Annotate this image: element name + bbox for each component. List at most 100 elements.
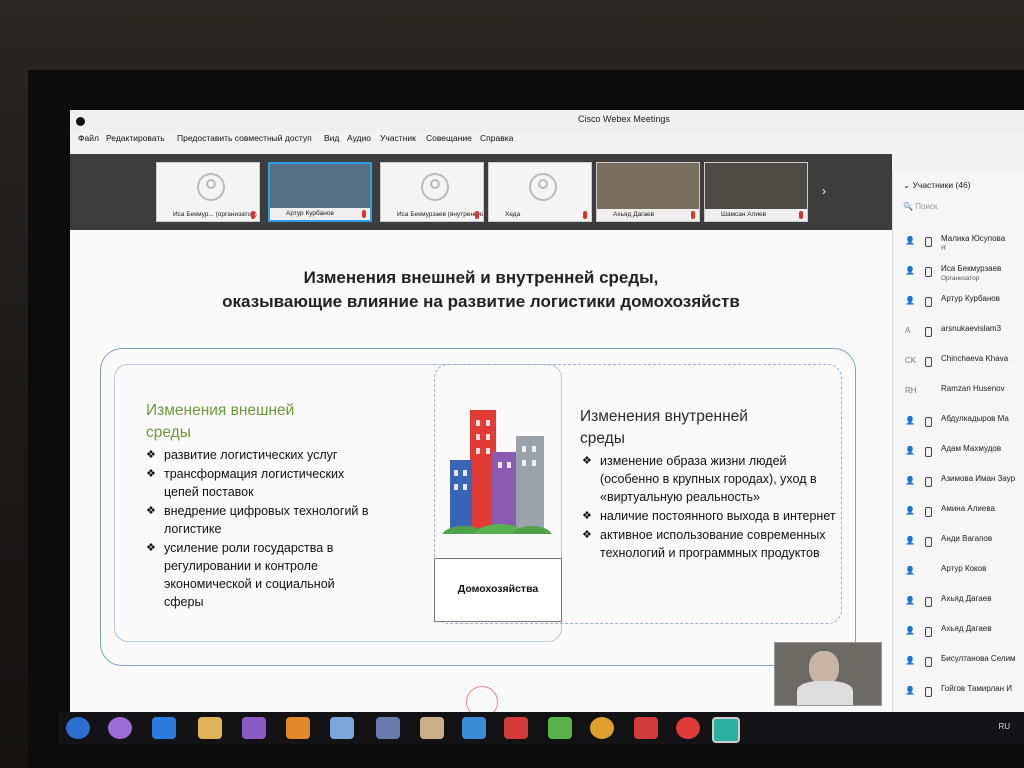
bullet-icon: ❖ — [146, 505, 156, 517]
ie-icon[interactable] — [152, 717, 176, 739]
menu-audio[interactable]: Аудио — [347, 133, 371, 143]
mic-icon — [925, 297, 932, 307]
phone-icon — [925, 507, 932, 517]
phone-icon — [925, 687, 932, 697]
video-tile[interactable]: Иса Бекмур... (организатор) — [156, 162, 260, 222]
menu-meeting[interactable]: Совещание — [426, 133, 472, 143]
participant-search[interactable]: 🔍 Поиск — [903, 202, 1021, 218]
participant-row[interactable]: 👤 Артур Коков — [893, 558, 1024, 588]
person-icon: 👤 — [905, 656, 915, 665]
bullet-icon: ❖ — [146, 542, 156, 554]
list-item-text: изменение образа жизни людей (особенно в… — [600, 454, 817, 504]
paint-icon[interactable] — [330, 717, 354, 739]
menu-share[interactable]: Предоставить совместный доступ — [177, 133, 312, 143]
households-label: Домохозяйства — [457, 583, 539, 595]
avatar-icon — [529, 173, 557, 201]
mic-muted-icon — [362, 210, 366, 218]
phone-icon — [925, 417, 932, 427]
media-icon[interactable] — [286, 717, 310, 739]
internal-heading: Изменения внутренней среды — [580, 406, 748, 450]
list-item: ❖ наличие постоянного выхода в интернет — [582, 507, 842, 525]
participant-row[interactable]: 👤 Абдулкадыров Ма — [893, 408, 1024, 438]
link-icon[interactable] — [462, 717, 486, 739]
a-icon[interactable] — [548, 717, 572, 739]
participant-row[interactable]: 👤 Адам Махмудов — [893, 438, 1024, 468]
participant-row[interactable]: 👤 Бисултанова Селим — [893, 648, 1024, 678]
mic-muted-icon — [475, 211, 479, 219]
mic-icon — [925, 237, 932, 247]
person-icon: 👤 — [905, 266, 915, 275]
participant-row[interactable]: 👤 Иса Бекмурзаев Организатор — [893, 258, 1024, 288]
webex-icon[interactable] — [712, 717, 740, 743]
person-icon: 👤 — [905, 296, 915, 305]
participant-name: Иса Бекмурзаев — [941, 264, 1002, 273]
participant-list: 👤 Малика Юсупова Я 👤 Иса Бекмурзаев Организа… — [893, 228, 1024, 708]
participant-row[interactable]: 👤 Анди Вагапов — [893, 528, 1024, 558]
participant-row[interactable]: 👤 Гойгов Тамирлан И — [893, 678, 1024, 708]
bullet-icon: ❖ — [146, 449, 156, 461]
participant-name: Анди Вагапов — [941, 534, 993, 543]
menu-edit[interactable]: Редактировать — [106, 133, 165, 143]
avatar-icon — [421, 173, 449, 201]
window-title: Cisco Webex Meetings — [578, 114, 670, 124]
menu-bar: Файл Редактировать Предоставить совместн… — [70, 130, 1024, 146]
participant-row[interactable]: 👤 Ахьяд Дагаев — [893, 588, 1024, 618]
folder-icon[interactable] — [198, 717, 222, 739]
list-item: ❖ трансформация логистических цепей поста… — [146, 465, 376, 501]
list-item-text: наличие постоянного выхода в интернет — [600, 509, 836, 523]
cards-icon[interactable] — [504, 717, 528, 739]
participant-role: Организатор — [941, 275, 980, 282]
participant-name: Артур Коков — [941, 564, 987, 573]
title-bar: Cisco Webex Meetings — [70, 110, 1024, 130]
external-heading-l1: Изменения внешней — [146, 402, 295, 419]
internal-heading-l2: среды — [580, 430, 625, 447]
initials-icon: RH — [905, 386, 917, 395]
person-icon: 👤 — [905, 686, 915, 695]
menu-file[interactable]: Файл — [78, 133, 99, 143]
app-icon[interactable] — [108, 717, 132, 739]
window-icon[interactable] — [76, 117, 85, 126]
slide-title-line1: Изменения внешней и внутренней среды, — [303, 268, 659, 287]
list-item-text: трансформация логистических цепей постав… — [164, 467, 345, 499]
phone-icon — [925, 357, 932, 367]
yandex-browser-icon[interactable] — [676, 717, 700, 739]
menu-view[interactable]: Вид — [324, 133, 339, 143]
chrome-icon[interactable] — [590, 717, 614, 739]
vs-icon[interactable] — [242, 717, 266, 739]
participant-name: Chinchaeva Khava — [941, 354, 1009, 363]
participant-row[interactable]: 👤 Артур Курбанов — [893, 288, 1024, 318]
participants-header[interactable]: ⌄ Участники (46) — [903, 180, 971, 191]
start-icon[interactable] — [66, 717, 90, 739]
participant-row[interactable]: 👤 Ахьяд Дагаев — [893, 618, 1024, 648]
person-icon: 👤 — [905, 416, 915, 425]
doc-icon[interactable] — [420, 717, 444, 739]
video-tile[interactable]: Иса Бекмурзаев (внутренний) — [380, 162, 484, 222]
participant-row[interactable]: 👤 Амина Алиева — [893, 498, 1024, 528]
chevron-right-icon[interactable]: › — [822, 184, 838, 200]
phone-icon — [925, 597, 932, 607]
list-item: ❖ усиление роли государства в регулирован… — [146, 539, 376, 611]
menu-participant[interactable]: Участник — [380, 133, 416, 143]
participant-row[interactable]: RH Ramzan Husenov — [893, 378, 1024, 408]
tool-icon[interactable] — [376, 717, 400, 739]
households-box: Домохозяйства — [434, 558, 562, 622]
recording-control-icon[interactable] — [466, 686, 498, 715]
participant-row[interactable]: CK Chinchaeva Khava — [893, 348, 1024, 378]
video-tile[interactable]: Шамсан Алиев — [704, 162, 808, 222]
participant-row[interactable]: 👤 Малика Юсупова Я — [893, 228, 1024, 258]
list-item: ❖ изменение образа жизни людей (особенно … — [582, 452, 842, 506]
video-tile[interactable]: Хеда — [488, 162, 592, 222]
video-tile[interactable]: Артур Курбанов — [268, 162, 372, 222]
bullet-icon: ❖ — [582, 529, 592, 541]
menu-help[interactable]: Справка — [480, 133, 513, 143]
participant-row[interactable]: Aarsnukaevislam3 — [893, 318, 1024, 348]
tile-name: Ахьяд Дагаев — [597, 209, 699, 221]
yandex-icon[interactable] — [634, 717, 658, 739]
self-view-video[interactable] — [774, 642, 882, 706]
participant-row[interactable]: 👤 Азимова Иман Заур — [893, 468, 1024, 498]
person-icon: 👤 — [905, 446, 915, 455]
video-tile[interactable]: Ахьяд Дагаев — [596, 162, 700, 222]
language-indicator[interactable]: RU — [998, 722, 1010, 731]
participant-name: Ахьяд Дагаев — [941, 594, 992, 603]
participant-name: Малика Юсупова — [941, 234, 1006, 243]
